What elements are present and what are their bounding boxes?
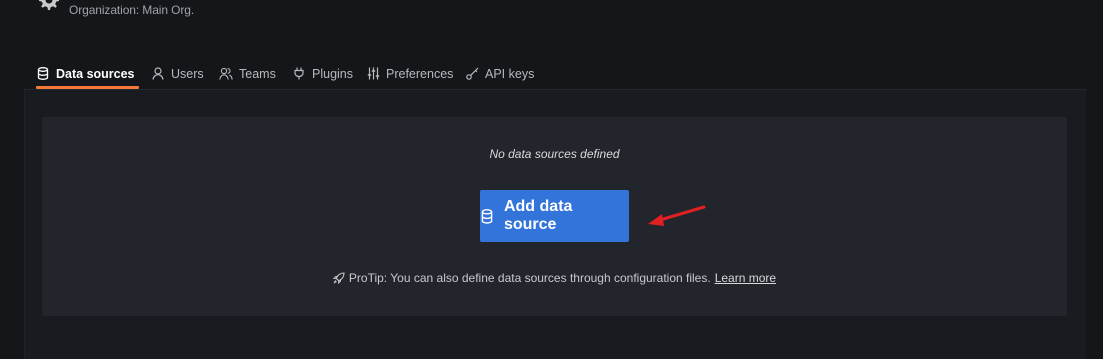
protip: ProTip: You can also define data sources… xyxy=(42,271,1067,285)
add-data-source-label: Add data source xyxy=(503,198,573,233)
tab-label: Plugins xyxy=(312,66,353,81)
empty-state-card: No data sources defined Add data source … xyxy=(42,117,1067,316)
page-header: Organization: Main Org. xyxy=(0,0,1103,50)
user-icon xyxy=(151,67,165,81)
tab-teams[interactable]: Teams xyxy=(219,58,276,89)
settings-tabs: Data sources Users Teams Plugins Prefere… xyxy=(0,58,1103,90)
users-icon xyxy=(219,67,233,81)
tab-label: Data sources xyxy=(56,66,135,81)
key-icon xyxy=(465,67,479,81)
annotation-arrow xyxy=(648,205,706,226)
tab-label: Teams xyxy=(239,66,276,81)
protip-text: ProTip: You can also define data sources… xyxy=(348,271,711,285)
database-icon xyxy=(480,208,494,224)
sliders-icon xyxy=(366,67,380,81)
tab-label: Users xyxy=(171,66,204,81)
org-subtitle: Organization: Main Org. xyxy=(69,3,195,17)
database-icon xyxy=(36,67,50,81)
plug-icon xyxy=(292,67,306,81)
tab-api-keys[interactable]: API keys xyxy=(465,58,534,89)
learn-more-link[interactable]: Learn more xyxy=(715,271,776,285)
tab-label: API keys xyxy=(485,66,535,81)
tab-users[interactable]: Users xyxy=(151,58,204,89)
add-data-source-button[interactable]: Add data source xyxy=(480,190,629,242)
gear-icon xyxy=(39,0,59,10)
rocket-icon xyxy=(332,272,345,284)
tab-preferences[interactable]: Preferences xyxy=(366,58,453,89)
tab-plugins[interactable]: Plugins xyxy=(292,58,353,89)
tab-data-sources[interactable]: Data sources xyxy=(36,58,135,89)
tab-label: Preferences xyxy=(386,66,454,81)
empty-state-title: No data sources defined xyxy=(489,147,620,161)
